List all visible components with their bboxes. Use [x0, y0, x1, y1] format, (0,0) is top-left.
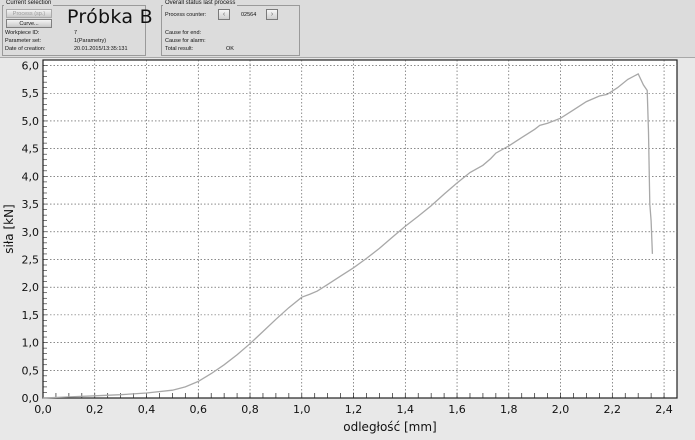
x-tick-label: 2,2: [604, 403, 622, 416]
y-tick-label: 2,0: [22, 281, 40, 294]
x-tick-label: 0,2: [86, 403, 104, 416]
x-tick-label: 0,6: [190, 403, 208, 416]
sample-title: Próbka B: [67, 6, 153, 28]
workpiece-id-value: 7: [74, 30, 78, 36]
chevron-right-icon[interactable]: ›: [266, 9, 278, 20]
date-of-creation-label: Date of creation:: [5, 46, 46, 52]
y-tick-label: 6,0: [22, 60, 40, 73]
x-tick-label: 0,8: [241, 403, 259, 416]
total-result-value: OK: [226, 46, 234, 52]
workpiece-id-label: Workpiece ID:: [5, 30, 40, 36]
current-selection-title: Current selection: [4, 0, 54, 6]
y-tick-label: 5,0: [22, 115, 40, 128]
y-tick-label: 5,5: [22, 87, 40, 100]
process-button[interactable]: Process (sp.): [6, 9, 52, 18]
process-counter-value: 02564: [241, 12, 257, 18]
force-distance-chart: 0,0 0,2 0,4 0,6 0,8 1,0 1,2 1,4 1,6 1,8 2,0 2,2 2,4 0…: [2, 59, 678, 434]
y-tick-label: 3,5: [22, 198, 40, 211]
x-tick-label: 2,0: [552, 403, 570, 416]
chart-area: 0,0 0,2 0,4 0,6 0,8 1,0 1,2 1,4 1,6 1,8 2,0 2,2 2,4 0…: [0, 58, 695, 435]
y-tick-label: 4,5: [22, 143, 40, 156]
y-tick-label: 3,0: [22, 226, 40, 239]
plot-background: [42, 59, 678, 399]
x-tick-label: 1,4: [397, 403, 415, 416]
x-tick-label: 0,4: [138, 403, 156, 416]
cause-for-end-label: Cause for end:: [165, 30, 202, 36]
process-counter-label: Process counter:: [165, 12, 207, 18]
x-tick-label: 2,4: [655, 403, 673, 416]
parameter-set-label: Parameter set:: [5, 38, 42, 44]
total-result-label: Total result:: [165, 46, 194, 52]
cause-for-alarm-label: Cause for alarm:: [165, 38, 206, 44]
overall-status-title: Overall status last process: [163, 0, 238, 6]
x-tick-label: 1,2: [345, 403, 363, 416]
parameter-set-value: 1(Parametry): [74, 38, 107, 44]
x-tick-label: 1,0: [293, 403, 311, 416]
y-tick-label: 0,0: [22, 392, 40, 405]
x-tick-label: 1,8: [500, 403, 518, 416]
curve-button[interactable]: Curve...: [6, 19, 52, 28]
y-axis-label: siła [kN]: [2, 204, 16, 253]
date-of-creation-value: 20.01.2015/13:35:131: [74, 46, 128, 52]
chevron-left-icon[interactable]: ‹: [218, 9, 230, 20]
y-tick-label: 1,0: [22, 337, 40, 350]
x-tick-label: 1,6: [448, 403, 466, 416]
y-tick-label: 2,5: [22, 253, 40, 266]
x-axis-label: odległość [mm]: [343, 420, 436, 434]
header-panel: Current selection Process (sp.) Curve...…: [0, 0, 695, 58]
y-tick-label: 0,5: [22, 364, 40, 377]
y-tick-label: 4,0: [22, 170, 40, 183]
y-tick-label: 1,5: [22, 309, 40, 322]
